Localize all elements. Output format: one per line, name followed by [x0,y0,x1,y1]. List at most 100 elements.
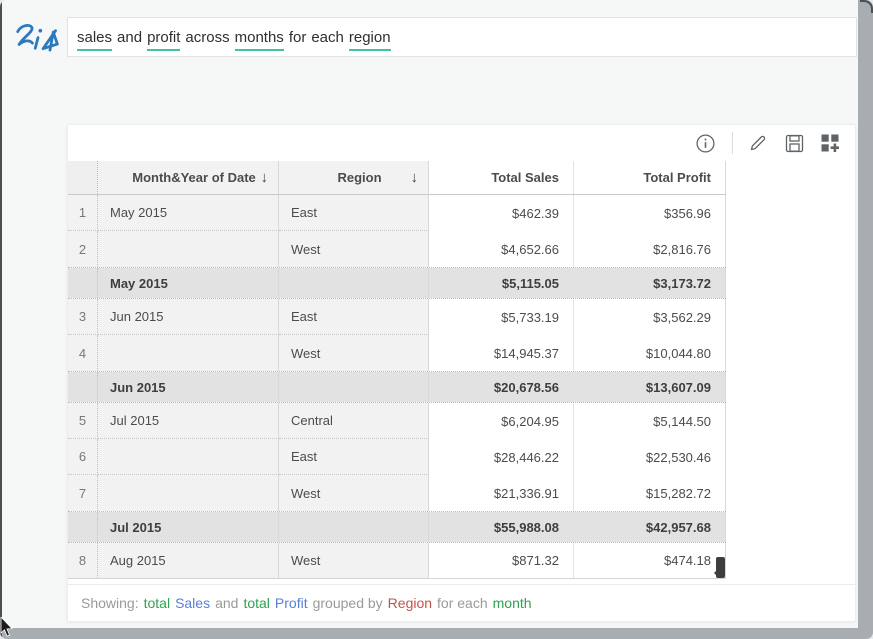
window-right-edge [858,0,873,639]
report-card: Month&Year of Date ↓ Region ↓ Total Sales Tot… [67,124,856,622]
query-input[interactable]: salesandprofitacrossmonthsforeachregion [67,17,857,57]
query-token: sales [77,29,112,51]
cell-sales: $6,204.95 [429,403,574,439]
cell-sales: $5,115.05 [429,268,574,298]
table-row: 4 West$14,945.37$10,044.80 [68,335,726,371]
cell-region: West [279,231,429,267]
cell-month: May 2015 [98,195,279,231]
toolbar-divider [732,132,733,154]
column-header-Total Profit: Total Profit [574,161,726,194]
cell-profit: $2,816.76 [574,231,726,267]
cell-profit: $474.18 [574,543,726,578]
cell-num: 5 [68,403,98,439]
save-icon[interactable] [783,132,805,154]
zia-logo [14,20,62,58]
column-header-label: Total Sales [491,170,559,185]
cell-profit: $42,957.68 [574,512,726,542]
cell-num: 7 [68,475,98,511]
table-row: 5Jul 2015Central$6,204.95$5,144.50 [68,403,726,439]
table-row: 6East$28,446.22$22,530.46 [68,439,726,475]
summary-token: Sales [175,595,210,611]
cell-sales: $55,988.08 [429,512,574,542]
table-subtotal-row: Jun 2015$20,678.56$13,607.09 [68,371,726,403]
cell-region: East [279,299,429,335]
summary-bar: Showing:totalSalesandtotalProfitgrouped … [68,584,855,621]
sort-desc-icon[interactable]: ↓ [411,169,419,186]
cell-region: East [279,439,429,475]
cell-profit: $3,562.29 [574,299,726,335]
query-token: and [117,29,142,49]
cell-month: Jul 2015 [98,512,279,542]
cell-region [279,512,429,542]
summary-token: total [144,595,170,611]
query-token: months [235,29,284,51]
cell-num: 2 [68,231,98,267]
cell-num [68,268,98,298]
cell-month [98,335,279,371]
query-text: salesandprofitacrossmonthsforeachregion [77,29,396,46]
cell-sales: $462.39 [429,195,574,231]
cell-region [279,268,429,298]
query-token: for [289,29,307,49]
column-header-Region[interactable]: Region ↓ [279,161,429,194]
cell-sales: $5,733.19 [429,299,574,335]
cell-region: West [279,475,429,511]
cell-sales: $21,336.91 [429,475,574,511]
table-row: 7 West$21,336.91$15,282.72 [68,475,726,511]
cell-region: Central [279,403,429,439]
query-token: across [185,29,229,49]
table-row: 8Aug 2015West$871.32$474.18 [68,543,726,579]
column-header-Month&Year of Date[interactable]: Month&Year of Date ↓ [98,161,279,194]
cell-profit: $13,607.09 [574,372,726,402]
cell-sales: $4,652.66 [429,231,574,267]
cell-month: Jun 2015 [98,299,279,335]
cell-sales: $871.32 [429,543,574,578]
sort-desc-icon[interactable]: ↓ [261,169,269,186]
cell-profit: $356.96 [574,195,726,231]
table-row: 1May 2015East$462.39$356.96 [68,195,726,231]
cell-sales: $20,678.56 [429,372,574,402]
cell-month: Aug 2015 [98,543,279,578]
edit-icon[interactable] [747,132,769,154]
summary-token: for each [437,595,488,611]
cell-month [98,439,279,475]
cell-profit: $15,282.72 [574,475,726,511]
column-header-label: Total Profit [643,170,711,185]
summary-token: Region [388,595,432,611]
cell-num: 8 [68,543,98,578]
summary-token: grouped by [313,595,383,611]
cell-profit: $10,044.80 [574,335,726,371]
cell-month [98,475,279,511]
table-scrollbar-thumb[interactable] [716,557,725,578]
column-header-Total Sales: Total Sales [429,161,574,194]
cell-sales: $28,446.22 [429,439,574,475]
table-row: 2 West$4,652.66$2,816.76 [68,231,726,267]
cell-num [68,512,98,542]
table-row: 3Jun 2015East$5,733.19$3,562.29 [68,299,726,335]
cell-num: 4 [68,335,98,371]
cell-region: West [279,335,429,371]
column-header-label: Month&Year of Date [132,170,256,185]
summary-token: Profit [275,595,308,611]
cell-profit: $22,530.46 [574,439,726,475]
cell-region: East [279,195,429,231]
cell-sales: $14,945.37 [429,335,574,371]
query-token: profit [147,29,180,51]
summary-token: Showing: [81,595,139,611]
result-table: Month&Year of Date ↓ Region ↓ Total Sales Tot… [68,161,726,579]
query-token: each [311,29,344,49]
cell-profit: $5,144.50 [574,403,726,439]
column-header-label: Region [337,170,381,185]
column-header-rownum [68,161,98,194]
cell-num: 1 [68,195,98,231]
info-icon[interactable] [694,132,716,154]
summary-token: month [493,595,532,611]
table-header-row: Month&Year of Date ↓ Region ↓ Total Sales Tot… [68,161,726,195]
add-to-dashboard-icon[interactable] [819,132,841,154]
window-left-edge [0,0,2,639]
mouse-cursor-icon [0,617,14,639]
summary-token: total [243,595,269,611]
cell-profit: $3,173.72 [574,268,726,298]
cell-month [98,231,279,267]
table-subtotal-row: May 2015$5,115.05$3,173.72 [68,267,726,299]
